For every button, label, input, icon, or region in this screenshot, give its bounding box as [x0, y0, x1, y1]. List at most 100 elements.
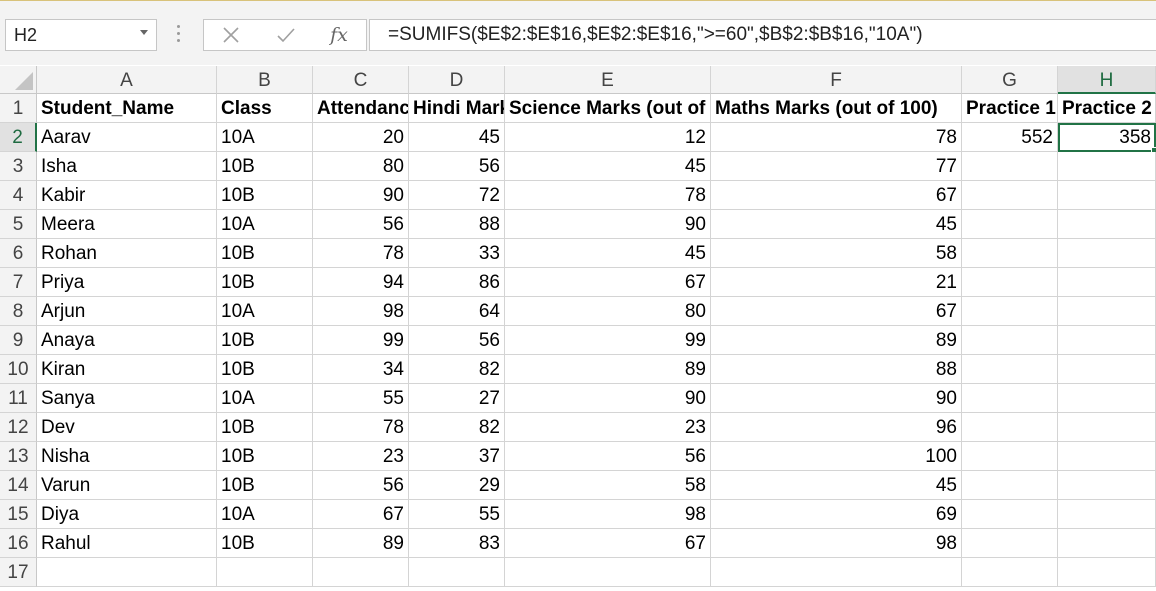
cell-f3[interactable]: 77 — [711, 152, 962, 181]
cell-a14[interactable]: Varun — [37, 471, 217, 500]
cell-d1[interactable]: Hindi Marks — [409, 94, 505, 123]
name-box[interactable]: H2 — [5, 19, 157, 51]
cell-b11[interactable]: 10A — [217, 384, 313, 413]
cell-a9[interactable]: Anaya — [37, 326, 217, 355]
cell-d7[interactable]: 86 — [409, 268, 505, 297]
cell-c16[interactable]: 89 — [313, 529, 409, 558]
row-header-16[interactable]: 16 — [0, 529, 37, 558]
cell-b9[interactable]: 10B — [217, 326, 313, 355]
cell-d9[interactable]: 56 — [409, 326, 505, 355]
cell-h2[interactable]: 358 — [1058, 123, 1156, 152]
cell-f14[interactable]: 45 — [711, 471, 962, 500]
cell-h6[interactable] — [1058, 239, 1156, 268]
drag-handle-icon[interactable] — [177, 25, 181, 45]
cell-b10[interactable]: 10B — [217, 355, 313, 384]
cell-c13[interactable]: 23 — [313, 442, 409, 471]
row-header-11[interactable]: 11 — [0, 384, 37, 413]
cell-e1[interactable]: Science Marks (out of — [505, 94, 711, 123]
cell-d6[interactable]: 33 — [409, 239, 505, 268]
cell-d8[interactable]: 64 — [409, 297, 505, 326]
cell-c4[interactable]: 90 — [313, 181, 409, 210]
cell-g16[interactable] — [962, 529, 1058, 558]
cell-d17[interactable] — [409, 558, 505, 587]
insert-function-button[interactable]: fx — [319, 20, 359, 50]
cell-c10[interactable]: 34 — [313, 355, 409, 384]
cell-g3[interactable] — [962, 152, 1058, 181]
cell-e17[interactable] — [505, 558, 711, 587]
cell-h15[interactable] — [1058, 500, 1156, 529]
row-header-6[interactable]: 6 — [0, 239, 37, 268]
cell-d12[interactable]: 82 — [409, 413, 505, 442]
cell-b13[interactable]: 10B — [217, 442, 313, 471]
cell-f2[interactable]: 78 — [711, 123, 962, 152]
cell-c11[interactable]: 55 — [313, 384, 409, 413]
cell-f17[interactable] — [711, 558, 962, 587]
cell-g15[interactable] — [962, 500, 1058, 529]
cell-e9[interactable]: 99 — [505, 326, 711, 355]
cell-c5[interactable]: 56 — [313, 210, 409, 239]
cell-h4[interactable] — [1058, 181, 1156, 210]
row-header-17[interactable]: 17 — [0, 558, 37, 587]
formula-input[interactable]: =SUMIFS($E$2:$E$16,$E$2:$E$16,">=60",$B$… — [369, 19, 1156, 51]
row-header-4[interactable]: 4 — [0, 181, 37, 210]
cell-h14[interactable] — [1058, 471, 1156, 500]
cell-f5[interactable]: 45 — [711, 210, 962, 239]
cell-e14[interactable]: 58 — [505, 471, 711, 500]
cell-f7[interactable]: 21 — [711, 268, 962, 297]
cell-g17[interactable] — [962, 558, 1058, 587]
close-icon[interactable] — [211, 20, 251, 50]
cell-b16[interactable]: 10B — [217, 529, 313, 558]
cell-c17[interactable] — [313, 558, 409, 587]
cell-g11[interactable] — [962, 384, 1058, 413]
cell-d13[interactable]: 37 — [409, 442, 505, 471]
cell-e2[interactable]: 12 — [505, 123, 711, 152]
cell-g2[interactable]: 552 — [962, 123, 1058, 152]
cell-f15[interactable]: 69 — [711, 500, 962, 529]
cell-e4[interactable]: 78 — [505, 181, 711, 210]
cell-g12[interactable] — [962, 413, 1058, 442]
cell-b6[interactable]: 10B — [217, 239, 313, 268]
cell-h12[interactable] — [1058, 413, 1156, 442]
cell-a7[interactable]: Priya — [37, 268, 217, 297]
row-header-15[interactable]: 15 — [0, 500, 37, 529]
cell-a17[interactable] — [37, 558, 217, 587]
cell-g6[interactable] — [962, 239, 1058, 268]
cell-g8[interactable] — [962, 297, 1058, 326]
cell-b8[interactable]: 10A — [217, 297, 313, 326]
column-header-d[interactable]: D — [409, 66, 505, 94]
cell-h16[interactable] — [1058, 529, 1156, 558]
cell-h10[interactable] — [1058, 355, 1156, 384]
cell-e5[interactable]: 90 — [505, 210, 711, 239]
cell-f13[interactable]: 100 — [711, 442, 962, 471]
cell-d5[interactable]: 88 — [409, 210, 505, 239]
cell-g10[interactable] — [962, 355, 1058, 384]
cell-b12[interactable]: 10B — [217, 413, 313, 442]
cell-f9[interactable]: 89 — [711, 326, 962, 355]
cell-b2[interactable]: 10A — [217, 123, 313, 152]
cell-c2[interactable]: 20 — [313, 123, 409, 152]
column-header-b[interactable]: B — [217, 66, 313, 94]
cell-g7[interactable] — [962, 268, 1058, 297]
cell-d10[interactable]: 82 — [409, 355, 505, 384]
cell-a4[interactable]: Kabir — [37, 181, 217, 210]
cell-c7[interactable]: 94 — [313, 268, 409, 297]
cell-e11[interactable]: 90 — [505, 384, 711, 413]
cell-f10[interactable]: 88 — [711, 355, 962, 384]
cell-a12[interactable]: Dev — [37, 413, 217, 442]
select-all-button[interactable] — [0, 66, 37, 94]
cell-d11[interactable]: 27 — [409, 384, 505, 413]
cell-f1[interactable]: Maths Marks (out of 100) — [711, 94, 962, 123]
cell-d3[interactable]: 56 — [409, 152, 505, 181]
cell-a13[interactable]: Nisha — [37, 442, 217, 471]
chevron-down-icon[interactable] — [140, 30, 148, 35]
cell-c12[interactable]: 78 — [313, 413, 409, 442]
cell-a2[interactable]: Aarav — [37, 123, 217, 152]
cell-a11[interactable]: Sanya — [37, 384, 217, 413]
cell-f11[interactable]: 90 — [711, 384, 962, 413]
row-header-13[interactable]: 13 — [0, 442, 37, 471]
cell-g14[interactable] — [962, 471, 1058, 500]
column-header-g[interactable]: G — [962, 66, 1058, 94]
cell-f4[interactable]: 67 — [711, 181, 962, 210]
row-header-8[interactable]: 8 — [0, 297, 37, 326]
cell-e7[interactable]: 67 — [505, 268, 711, 297]
